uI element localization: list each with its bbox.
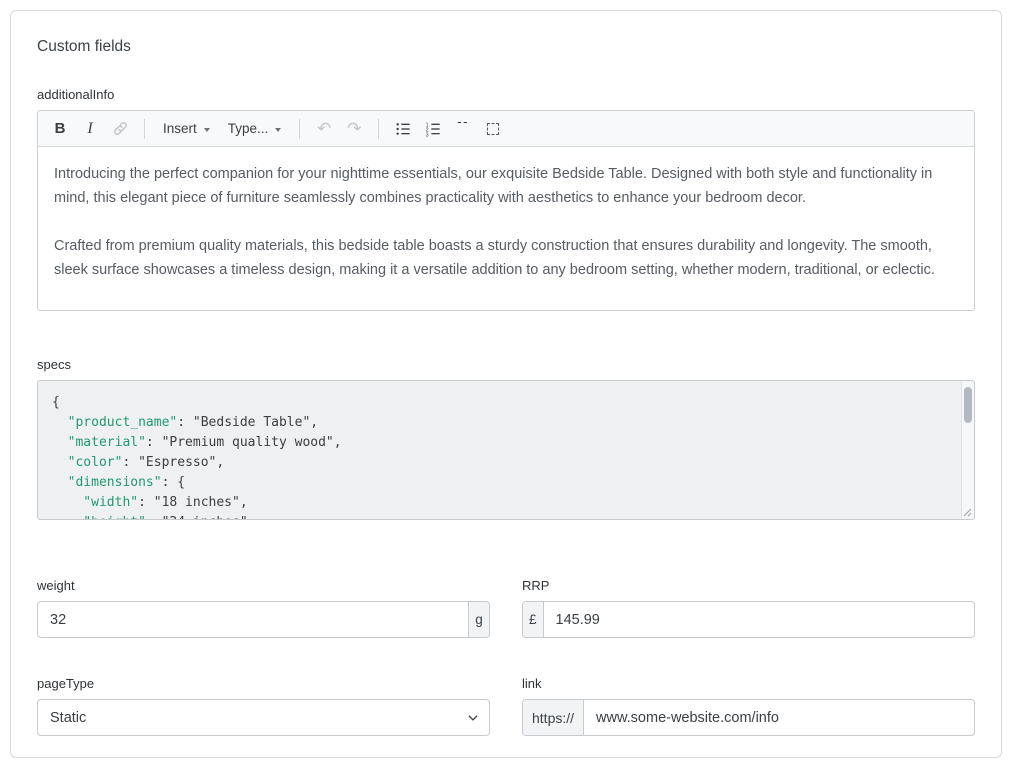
link-icon — [112, 120, 129, 137]
code-line: "color": "Espresso", — [52, 453, 960, 473]
undo-icon: ↶ — [317, 120, 331, 137]
link-button[interactable] — [106, 115, 134, 143]
svg-text:3: 3 — [426, 132, 429, 137]
italic-button[interactable]: I — [76, 115, 104, 143]
custom-fields-panel: Custom fields additionalInfo B I Insert … — [10, 10, 1002, 758]
additional-info-label: additionalInfo — [37, 87, 975, 102]
page-type-label: pageType — [37, 676, 490, 691]
panel-title: Custom fields — [37, 38, 975, 56]
bullet-list-icon — [395, 121, 411, 137]
currency-prefix: £ — [523, 602, 544, 637]
undo-button[interactable]: ↶ — [310, 115, 338, 143]
rrp-input[interactable] — [544, 602, 974, 637]
resize-handle-icon[interactable] — [962, 507, 972, 517]
blockquote-icon: “ — [456, 122, 471, 136]
type-menu-button[interactable]: Type... — [220, 115, 290, 143]
numbered-list-icon: 1 2 3 — [425, 121, 441, 137]
blockquote-button[interactable]: “ — [449, 115, 477, 143]
rte-content[interactable]: Introducing the perfect companion for yo… — [38, 147, 974, 311]
weight-label: weight — [37, 578, 490, 593]
specs-scrollbar[interactable] — [961, 381, 974, 519]
bullet-list-button[interactable] — [389, 115, 417, 143]
weight-unit-suffix: g — [468, 602, 489, 637]
code-line: "width": "18 inches", — [52, 493, 960, 513]
redo-icon: ↷ — [347, 120, 361, 137]
code-line: "material": "Premium quality wood", — [52, 433, 960, 453]
page-type-select-wrap: Static — [37, 699, 490, 736]
insert-menu-label: Insert — [163, 121, 197, 136]
weight-input-group: g — [37, 601, 490, 638]
type-menu-label: Type... — [228, 121, 269, 136]
toolbar-divider — [378, 119, 379, 139]
page-type-select[interactable]: Static — [37, 699, 490, 736]
editor-paragraph: Crafted from premium quality materials, … — [54, 234, 958, 282]
scrollbar-thumb[interactable] — [964, 387, 972, 423]
rrp-input-group: £ — [522, 601, 975, 638]
code-line: "height": "24 inches", — [52, 513, 960, 520]
rte-toolbar: B I Insert Type... ↶ ↷ — [38, 111, 974, 147]
protocol-prefix: https:// — [523, 700, 584, 735]
dashed-square-icon — [487, 123, 499, 135]
specs-code-content: { "product_name": "Bedside Table", "mate… — [38, 381, 974, 520]
link-input[interactable] — [584, 700, 974, 735]
toolbar-divider — [299, 119, 300, 139]
link-input-group: https:// — [522, 699, 975, 736]
chevron-down-icon — [275, 128, 281, 132]
chevron-down-icon — [204, 128, 210, 132]
rich-text-editor: B I Insert Type... ↶ ↷ — [37, 110, 975, 311]
code-line: "dimensions": { — [52, 473, 960, 493]
rrp-label: RRP — [522, 578, 975, 593]
specs-label: specs — [37, 357, 975, 372]
dashed-box-button[interactable] — [479, 115, 507, 143]
weight-input[interactable] — [38, 602, 468, 637]
code-line: { — [52, 393, 960, 413]
bold-button[interactable]: B — [46, 115, 74, 143]
specs-code-editor[interactable]: { "product_name": "Bedside Table", "mate… — [37, 380, 975, 520]
code-line: "product_name": "Bedside Table", — [52, 413, 960, 433]
redo-button[interactable]: ↷ — [340, 115, 368, 143]
toolbar-divider — [144, 119, 145, 139]
numbered-list-button[interactable]: 1 2 3 — [419, 115, 447, 143]
insert-menu-button[interactable]: Insert — [155, 115, 218, 143]
link-label: link — [522, 676, 975, 691]
editor-paragraph: Introducing the perfect companion for yo… — [54, 162, 958, 210]
